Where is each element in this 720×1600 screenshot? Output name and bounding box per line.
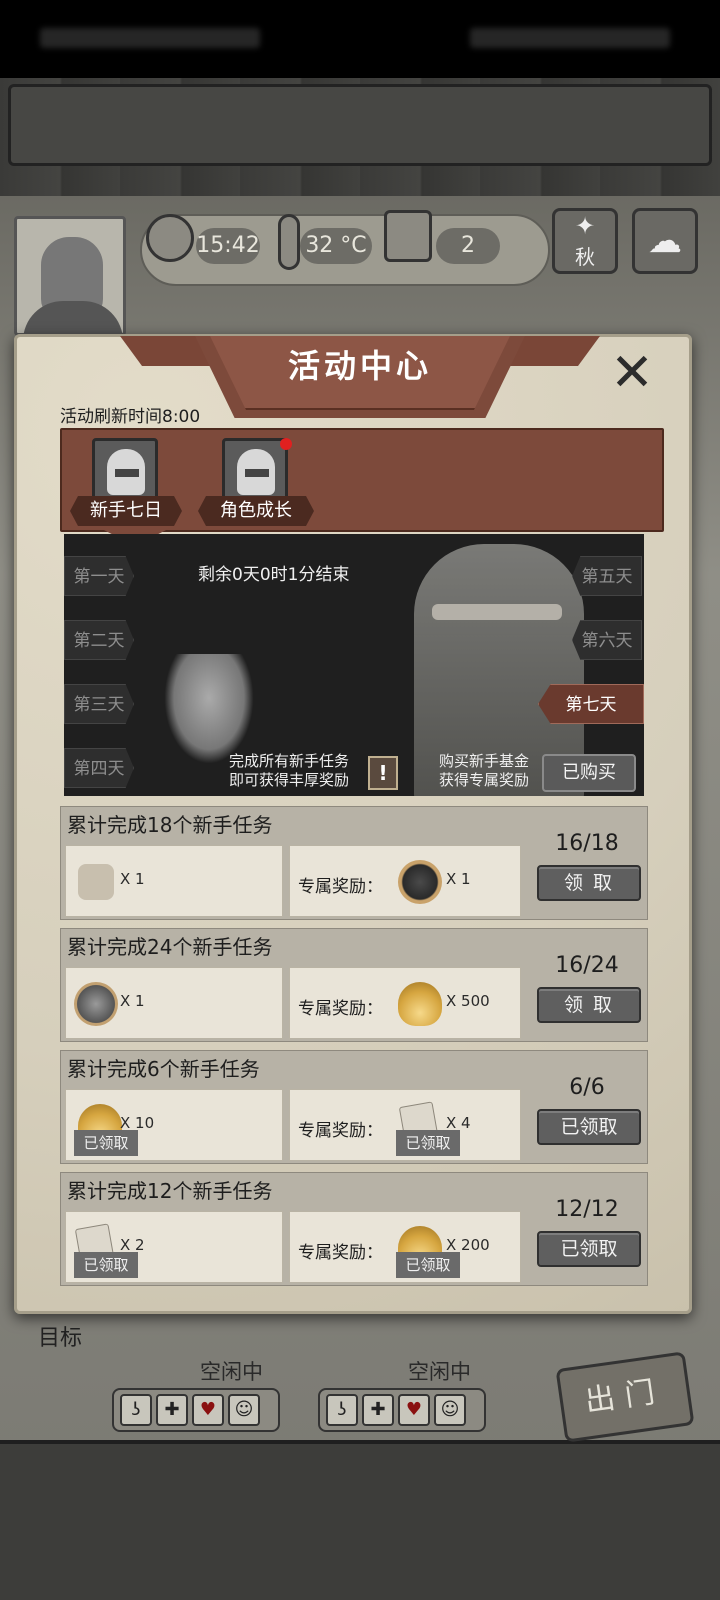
temperature-display: 32 °C	[300, 228, 372, 264]
day-tab-5[interactable]: 第五天	[572, 556, 642, 596]
shirt-icon	[78, 864, 114, 900]
countdown-text: 剩余0天0时1分结束	[198, 565, 350, 585]
weather-button[interactable]: ☁	[632, 208, 698, 274]
season-label: 秋	[575, 245, 595, 269]
tab-character-growth[interactable]: 角色成长	[198, 496, 314, 526]
reward-quantity: X 1	[120, 992, 145, 1010]
claim-button[interactable]: 领 取	[537, 987, 641, 1023]
shell-icon	[398, 982, 442, 1026]
reward-slot[interactable]: X 2 已领取	[65, 1211, 283, 1283]
person-icon[interactable]: ☺	[434, 1394, 466, 1426]
exclusive-label: 专属奖励：	[298, 1121, 383, 1141]
task-progress: 6/6	[569, 1075, 605, 1100]
day-tab-1[interactable]: 第一天	[64, 556, 134, 596]
cloud-sun-icon: ☁	[648, 221, 682, 261]
fund-note: 购买新手基金 获得专属奖励	[438, 752, 529, 789]
task-progress: 16/24	[555, 953, 619, 978]
reward-slot[interactable]: X 1	[65, 845, 283, 917]
helmet-icon[interactable]	[92, 438, 158, 504]
task-row: 累计完成18个新手任务 X 1 专属奖励： X 1 16/18 领 取	[60, 806, 648, 920]
survivor1-status: 空闲中	[200, 1360, 263, 1384]
fox-image	[164, 654, 254, 764]
claimed-tag: 已领取	[74, 1130, 138, 1156]
day-tab-2[interactable]: 第二天	[64, 620, 134, 660]
day-tab-4[interactable]: 第四天	[64, 748, 134, 788]
task-title: 累计完成6个新手任务	[67, 1057, 260, 1081]
claimed-tag: 已领取	[74, 1252, 138, 1278]
calendar-icon	[384, 210, 432, 262]
person-icon[interactable]: ☺	[228, 1394, 260, 1426]
claimed-button[interactable]: 已领取	[537, 1109, 641, 1145]
seal-badge-icon	[398, 860, 442, 904]
character-portrait[interactable]	[14, 216, 126, 336]
claim-button[interactable]: 领 取	[537, 865, 641, 901]
task-row: 累计完成12个新手任务 X 2 已领取 专属奖励： X 200 已领取 12/1…	[60, 1172, 648, 1286]
game-screen: 15:42 32 °C 2 ✦ 秋 ☁ 目标 空闲中 空闲中 ʖ ✚ ♥ ☺ ʖ…	[0, 0, 720, 1600]
purchased-button[interactable]: 已购买	[542, 754, 636, 792]
day-tab-7[interactable]: 第七天	[538, 684, 644, 724]
reward-slot[interactable]: X 10 已领取	[65, 1089, 283, 1161]
claimed-tag: 已领取	[396, 1252, 460, 1278]
stomach-icon[interactable]: ʖ	[120, 1394, 152, 1426]
exclusive-quantity: X 500	[446, 992, 490, 1010]
medical-icon[interactable]: ✚	[362, 1394, 394, 1426]
reward-slot[interactable]: X 1	[65, 967, 283, 1039]
bottom-board	[0, 1440, 720, 1600]
exclusive-reward-slot[interactable]: 专属奖励： X 500	[289, 967, 521, 1039]
goal-label[interactable]: 目标	[38, 1320, 82, 1352]
task-progress: 12/12	[555, 1197, 619, 1222]
exclamation-icon[interactable]: !	[368, 756, 398, 790]
newbie-task-note: 完成所有新手任务 即可获得丰厚奖励	[228, 752, 349, 789]
fox-badge-icon	[74, 982, 118, 1026]
helmet-icon[interactable]	[222, 438, 288, 504]
day-tab-3[interactable]: 第三天	[64, 684, 134, 724]
close-icon[interactable]: ✕	[606, 347, 658, 400]
task-row: 累计完成6个新手任务 X 10 已领取 专属奖励： X 4 已领取 6/6 已领…	[60, 1050, 648, 1164]
thermometer-icon	[278, 214, 300, 270]
top-board	[8, 84, 712, 166]
leaf-icon: ✦	[574, 212, 596, 240]
modal-title: 活动中心	[287, 347, 432, 385]
stomach-icon[interactable]: ʖ	[326, 1394, 358, 1426]
task-title: 累计完成24个新手任务	[67, 935, 273, 959]
clock-icon	[146, 214, 194, 262]
status-bar	[0, 0, 720, 78]
exclusive-reward-slot[interactable]: 专属奖励： X 200 已领取	[289, 1211, 521, 1283]
refresh-time-label: 活动刷新时间8:00	[60, 407, 201, 427]
notification-dot	[280, 438, 292, 450]
task-title: 累计完成18个新手任务	[67, 813, 273, 837]
medical-icon[interactable]: ✚	[156, 1394, 188, 1426]
heart-icon[interactable]: ♥	[192, 1394, 224, 1426]
task-progress: 16/18	[555, 831, 619, 856]
exclusive-label: 专属奖励：	[298, 877, 383, 897]
task-row: 累计完成24个新手任务 X 1 专属奖励： X 500 16/24 领 取	[60, 928, 648, 1042]
exclusive-label: 专属奖励：	[298, 1243, 383, 1263]
day-count-display: 2	[436, 228, 500, 264]
survivor1-actions: ʖ ✚ ♥ ☺	[112, 1388, 280, 1432]
claimed-button[interactable]: 已领取	[537, 1231, 641, 1267]
exclusive-reward-slot[interactable]: 专属奖励： X 1	[289, 845, 521, 917]
reward-quantity: X 1	[120, 870, 145, 888]
exclusive-reward-slot[interactable]: 专属奖励： X 4 已领取	[289, 1089, 521, 1161]
claimed-tag: 已领取	[396, 1130, 460, 1156]
day-tab-6[interactable]: 第六天	[572, 620, 642, 660]
exclusive-label: 专属奖励：	[298, 999, 383, 1019]
exclusive-quantity: X 1	[446, 870, 471, 888]
tab-newbie-seven-days[interactable]: 新手七日	[70, 496, 182, 526]
season-button[interactable]: ✦ 秋	[552, 208, 618, 274]
time-display: 15:42	[196, 228, 260, 264]
survivor2-status: 空闲中	[408, 1360, 471, 1384]
heart-icon[interactable]: ♥	[398, 1394, 430, 1426]
survivor2-actions: ʖ ✚ ♥ ☺	[318, 1388, 486, 1432]
task-title: 累计完成12个新手任务	[67, 1179, 273, 1203]
